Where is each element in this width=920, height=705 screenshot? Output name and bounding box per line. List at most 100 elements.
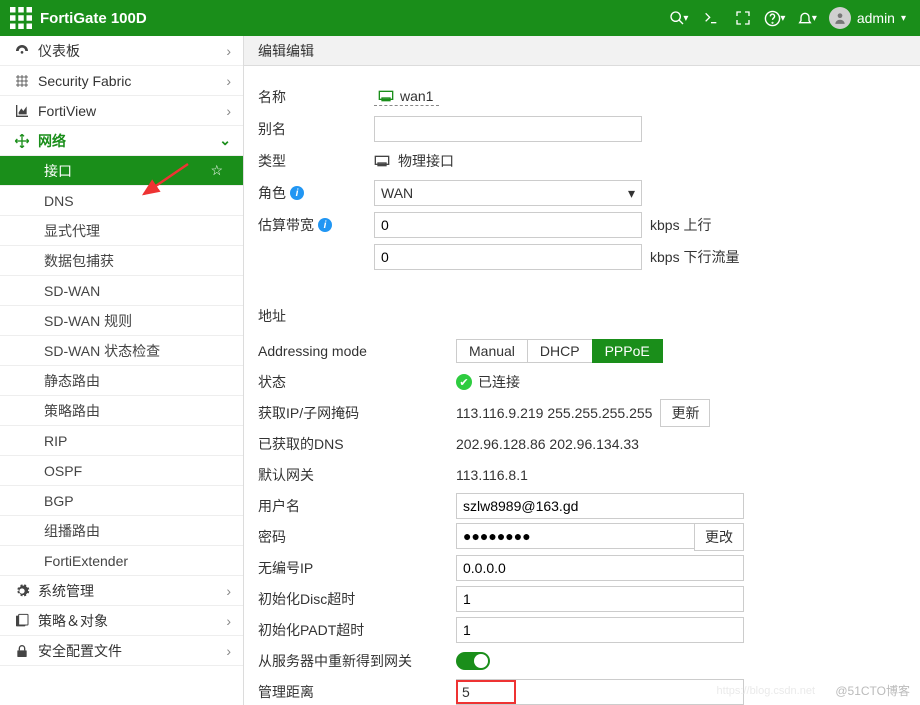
- sidebar-item-policy-object[interactable]: 策略＆对象 ›: [0, 606, 243, 636]
- sidebar-item-fortiextender[interactable]: FortiExtender: [0, 546, 243, 576]
- status-value: 已连接: [478, 372, 520, 392]
- label-status: 状态: [258, 372, 456, 392]
- sidebar-item-packet-capture[interactable]: 数据包捕获: [0, 246, 243, 276]
- kbps-up-label: kbps 上行: [650, 215, 711, 235]
- type-value: 物理接口: [398, 151, 454, 171]
- label-alias: 别名: [258, 119, 374, 139]
- fabric-icon: [14, 73, 32, 89]
- dashboard-icon: [14, 43, 32, 59]
- chevron-right-icon: ›: [226, 613, 231, 629]
- role-select[interactable]: WAN ▾: [374, 180, 642, 206]
- chart-icon: [14, 103, 32, 119]
- sidebar-item-sdwan-status[interactable]: SD-WAN 状态检查: [0, 336, 243, 366]
- notifications-button[interactable]: ▾: [791, 2, 823, 34]
- gw-value: 113.116.8.1: [456, 467, 528, 483]
- refresh-button[interactable]: 更新: [660, 399, 710, 427]
- search-button[interactable]: ▾: [663, 2, 695, 34]
- label-dns: 已获取的DNS: [258, 434, 456, 454]
- fortigate-logo-icon: [10, 7, 32, 29]
- sidebar-item-sdwan[interactable]: SD-WAN: [0, 276, 243, 306]
- sidebar: 仪表板 › Security Fabric › FortiView › 网络 ⌄…: [0, 36, 244, 705]
- fullscreen-button[interactable]: [727, 2, 759, 34]
- label-bandwidth: 估算带宽i: [258, 215, 374, 235]
- password-input[interactable]: [456, 523, 694, 549]
- mode-pppoe[interactable]: PPPoE: [592, 339, 663, 363]
- chevron-down-icon: ▾: [901, 13, 906, 24]
- label-type: 类型: [258, 151, 374, 171]
- ip-value: 113.116.9.219 255.255.255.255: [456, 405, 652, 421]
- sidebar-item-static-route[interactable]: 静态路由: [0, 366, 243, 396]
- cli-button[interactable]: [695, 2, 727, 34]
- label-addressing-mode: Addressing mode: [258, 343, 456, 359]
- disc-timeout-input[interactable]: [456, 586, 744, 612]
- caret-down-icon: ▾: [628, 185, 635, 202]
- network-icon: [14, 133, 32, 149]
- label-pass: 密码: [258, 527, 456, 547]
- chevron-right-icon: ›: [226, 43, 231, 59]
- info-icon[interactable]: i: [290, 186, 304, 200]
- star-icon[interactable]: ☆: [210, 162, 223, 179]
- content-area: 编辑编辑 名称 wan1 别名 类型 物理接口: [244, 36, 920, 705]
- check-icon: ✔: [456, 374, 472, 390]
- sidebar-item-network[interactable]: 网络 ⌄: [0, 126, 243, 156]
- alias-input[interactable]: [374, 116, 642, 142]
- bandwidth-up-input[interactable]: [374, 212, 642, 238]
- sidebar-item-explicit-proxy[interactable]: 显式代理: [0, 216, 243, 246]
- interface-name: wan1: [374, 88, 439, 106]
- lock-icon: [14, 643, 32, 659]
- sidebar-item-multicast[interactable]: 组播路由: [0, 516, 243, 546]
- avatar-icon: [829, 7, 851, 29]
- label-disc: 初始化Disc超时: [258, 589, 456, 609]
- mode-dhcp[interactable]: DHCP: [527, 339, 593, 363]
- mode-manual[interactable]: Manual: [456, 339, 528, 363]
- label-name: 名称: [258, 87, 374, 107]
- label-regw: 从服务器中重新得到网关: [258, 651, 456, 671]
- gear-icon: [14, 583, 32, 599]
- sidebar-item-security-fabric[interactable]: Security Fabric ›: [0, 66, 243, 96]
- page-title: 编辑编辑: [244, 36, 920, 66]
- dns-value: 202.96.128.86 202.96.134.33: [456, 436, 639, 452]
- bandwidth-down-input[interactable]: [374, 244, 642, 270]
- chevron-right-icon: ›: [226, 643, 231, 659]
- sidebar-item-dashboard[interactable]: 仪表板 ›: [0, 36, 243, 66]
- label-padt: 初始化PADT超时: [258, 620, 456, 640]
- sidebar-item-rip[interactable]: RIP: [0, 426, 243, 456]
- policy-icon: [14, 613, 32, 629]
- sidebar-item-dns[interactable]: DNS: [0, 186, 243, 216]
- user-menu[interactable]: admin ▾: [823, 7, 912, 29]
- info-icon[interactable]: i: [318, 218, 332, 232]
- label-unnumbered: 无编号IP: [258, 558, 456, 578]
- sidebar-item-bgp[interactable]: BGP: [0, 486, 243, 516]
- kbps-down-label: kbps 下行流量: [650, 247, 739, 267]
- sidebar-item-sdwan-rules[interactable]: SD-WAN 规则: [0, 306, 243, 336]
- label-distance: 管理距离: [258, 682, 456, 702]
- label-ip: 获取IP/子网掩码: [258, 403, 456, 423]
- chevron-right-icon: ›: [226, 73, 231, 89]
- help-button[interactable]: ▾: [759, 2, 791, 34]
- port-icon: [378, 89, 394, 103]
- brand-title: FortiGate 100D: [40, 10, 147, 27]
- sidebar-item-fortiview[interactable]: FortiView ›: [0, 96, 243, 126]
- chevron-down-icon: ⌄: [219, 132, 231, 149]
- label-role: 角色i: [258, 183, 374, 203]
- padt-timeout-input[interactable]: [456, 617, 744, 643]
- retrieve-gw-toggle[interactable]: [456, 652, 490, 670]
- sidebar-item-ospf[interactable]: OSPF: [0, 456, 243, 486]
- label-user: 用户名: [258, 496, 456, 516]
- sidebar-item-interface[interactable]: 接口 ☆: [0, 156, 243, 186]
- username-input[interactable]: [456, 493, 744, 519]
- chevron-right-icon: ›: [226, 103, 231, 119]
- section-address: 地址: [258, 306, 906, 326]
- change-password-button[interactable]: 更改: [694, 523, 744, 551]
- user-label: admin: [857, 10, 895, 26]
- top-bar: FortiGate 100D ▾ ▾ ▾ admin ▾: [0, 0, 920, 36]
- unnumbered-ip-input[interactable]: [456, 555, 744, 581]
- sidebar-item-system[interactable]: 系统管理 ›: [0, 576, 243, 606]
- port-icon: [374, 154, 390, 168]
- label-gw: 默认网关: [258, 465, 456, 485]
- distance-value[interactable]: 5: [456, 680, 516, 704]
- sidebar-item-security-profile[interactable]: 安全配置文件 ›: [0, 636, 243, 666]
- sidebar-item-policy-route[interactable]: 策略路由: [0, 396, 243, 426]
- addressing-mode-group: Manual DHCP PPPoE: [456, 339, 663, 363]
- chevron-right-icon: ›: [226, 583, 231, 599]
